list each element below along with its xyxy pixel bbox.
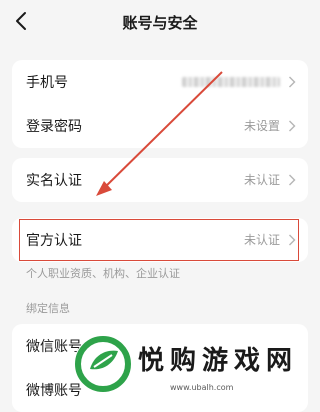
watermark-logo	[74, 335, 132, 393]
watermark-title: 悦购游戏网	[138, 346, 299, 376]
watermark-url: www.ubalh.com	[170, 383, 234, 392]
